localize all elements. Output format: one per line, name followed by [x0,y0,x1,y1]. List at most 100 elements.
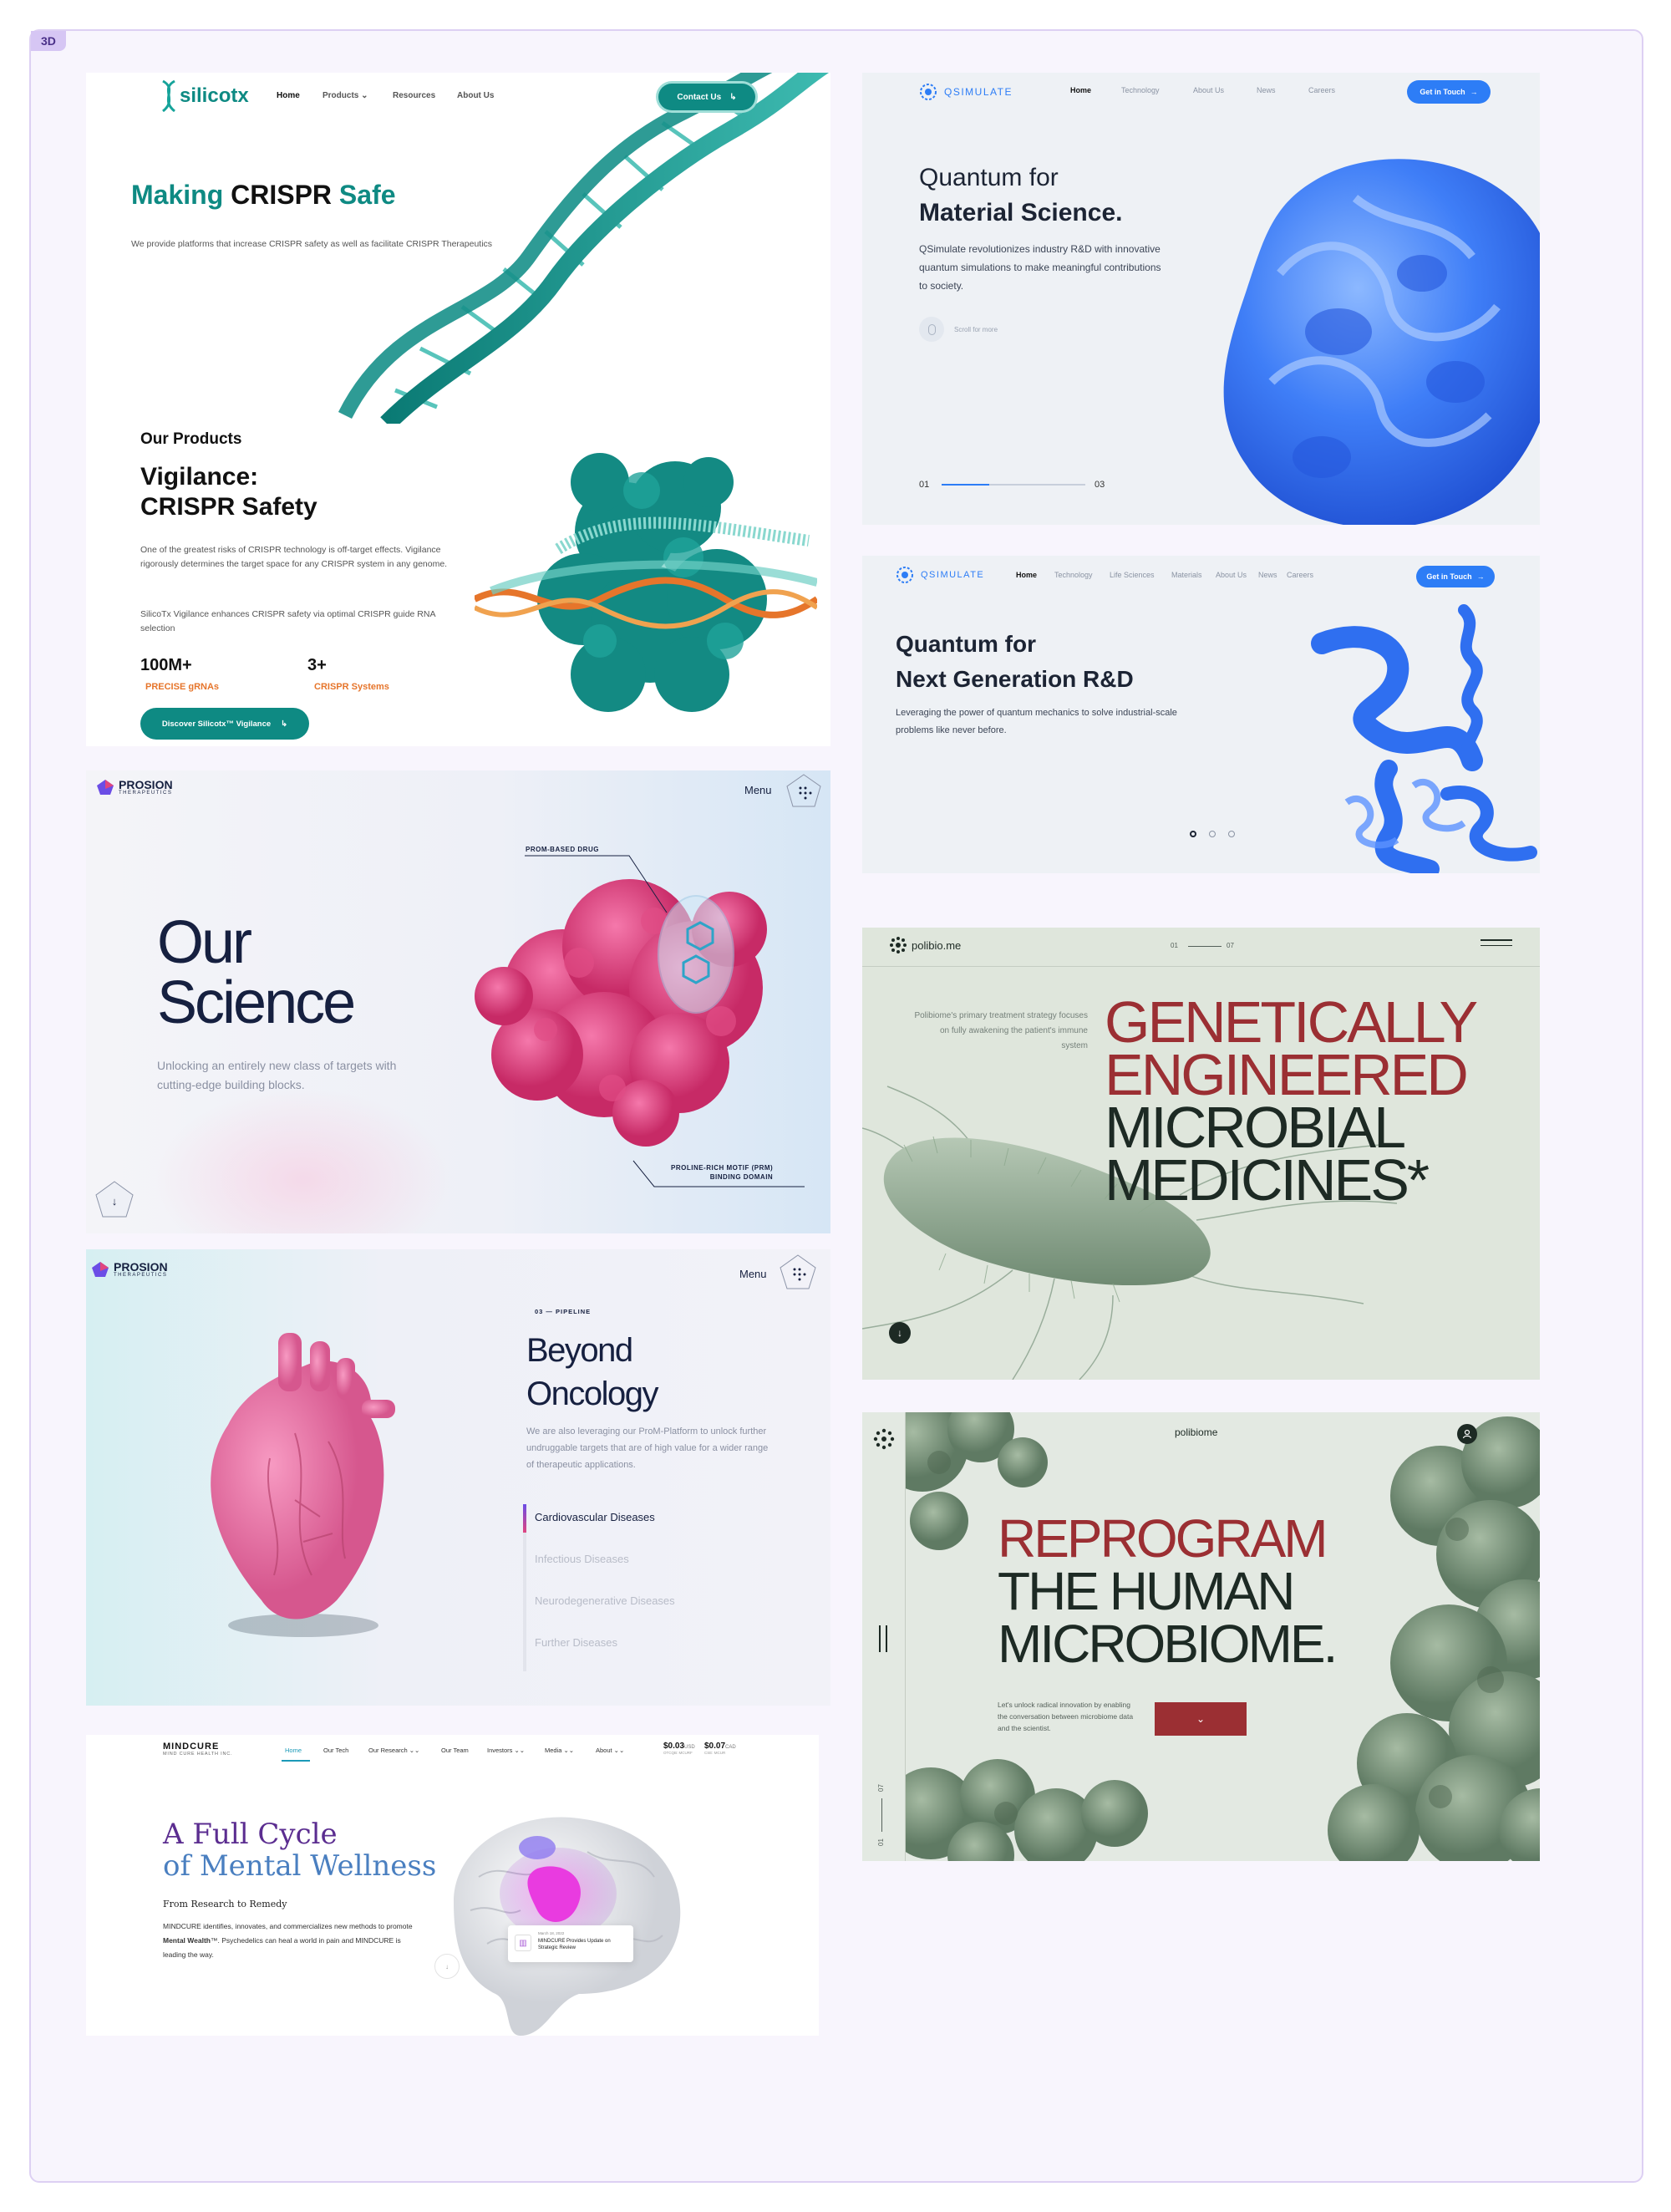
user-icon[interactable] [1457,1424,1477,1444]
brain-illustration [454,1817,681,2036]
pipeline-item-cardiovascular[interactable]: Cardiovascular Diseases [535,1511,655,1523]
slide-start: 01 [919,480,930,490]
qsimulate-logo[interactable]: QSIMULATE [917,81,1013,103]
nav-home[interactable]: Home [285,1747,302,1754]
nav-about[interactable]: About Us [457,91,494,100]
arrow-down-icon: ↓ [897,1327,902,1339]
hero-text: Let's unlock radical innovation by enabl… [998,1701,1134,1732]
slide-dot[interactable] [1228,831,1235,837]
hamburger-menu-icon[interactable] [1481,939,1512,946]
annotation-bottom-2: BINDING DOMAIN [709,1173,774,1181]
get-in-touch-button[interactable]: Get in Touch → [1407,80,1491,104]
nav-home[interactable]: Home [1070,86,1091,94]
menu-label[interactable]: Menu [744,784,772,796]
nav-products[interactable]: Products ⌄ [323,91,368,100]
silicotx-screenshot: silicotx Home Products ⌄ Resources About… [86,73,830,746]
scroll-down-button[interactable]: ↓ [889,1322,911,1344]
nav-media[interactable]: Media ⌄⌄ [545,1747,574,1754]
nav-materials[interactable]: Materials [1171,571,1202,579]
annotation-bottom-1: PROLINE-RICH MOTIF (PRM) [671,1164,774,1172]
menu-grid-icon[interactable] [785,773,822,810]
slide-end: 07 [876,1784,885,1792]
logo-text: PROSION [114,1260,168,1274]
logo-text[interactable]: polibiome [1175,1426,1217,1438]
nav-resources[interactable]: Resources [393,91,435,100]
product-text-2: SilicoTx Vigilance enhances CRISPR safet… [140,609,435,633]
logo-text: MINDCURE [163,1742,220,1752]
menu-grid-icon[interactable] [779,1253,817,1292]
hero-title-2: of Mental Wellness [163,1849,437,1883]
hero-text: Leveraging the power of quantum mechanic… [896,708,1177,735]
slide-start: 01 [876,1838,885,1846]
prosion-science-screenshot: PROSION THERAPEUTICS Menu Our Science Un… [86,770,830,1233]
arrow-down-right-icon: ↳ [281,719,288,729]
qsimulate-rnd-screenshot: QSIMULATE Home Technology Life Sciences … [862,556,1540,873]
arrow-down-right-icon: ↳ [729,92,737,102]
polibiome-reprogram-screenshot: 07 01 polibiome REPROGRAM THE HUMAN MICR… [862,1412,1540,1861]
pipeline-item-further[interactable]: Further Diseases [535,1636,617,1649]
headline-3: MICROBIAL [1105,1095,1406,1160]
eyebrow: 03 — PIPELINE [535,1308,592,1315]
nav-active-indicator [282,1760,310,1762]
hero-title-a: Making [131,180,231,210]
hero-title-1: Beyond [526,1332,633,1369]
stat-2: 3+ CRISPR Systems [307,656,389,692]
logo-subtext: THERAPEUTICS [114,1273,168,1278]
prosion-logo[interactable]: PROSION THERAPEUTICS [91,1261,168,1278]
scroll-down-button[interactable]: ↓ [94,1180,135,1218]
polibiome-logo[interactable]: polibio.me [889,936,961,954]
nav-home[interactable]: Home [277,91,300,100]
scroll-hint[interactable]: Scroll for more [919,317,998,342]
hero-title-2: Oncology [526,1376,658,1412]
ticker-cad: $0.07CAD CSE: MCUR [704,1742,736,1755]
nav-news[interactable]: News [1257,86,1276,94]
headline-2: THE HUMAN [998,1561,1295,1621]
hero-title: Quantum for Material Science. [919,160,1122,231]
hero-title-2: Material Science. [919,199,1123,226]
qsimulate-material-screenshot: QSIMULATE Home Technology About Us News … [862,73,1540,525]
nav-our-research[interactable]: Our Research ⌄⌄ [368,1747,419,1754]
slide-dot[interactable] [1209,831,1216,837]
slide-dot-active[interactable] [1190,831,1196,837]
hero-title: A Full Cycle of Mental Wellness [163,1818,436,1882]
polibiome-microbial-screenshot: polibio.me 01 07 Polibiome's primary tre… [862,928,1540,1380]
contact-us-button[interactable]: Contact Us ↳ [658,84,755,110]
stat-label: CRISPR Systems [314,682,389,692]
stat-value: 100M+ [140,656,192,674]
nav-our-tech[interactable]: Our Tech [323,1747,348,1754]
nav-technology[interactable]: Technology [1054,571,1093,579]
headline-1: GENETICALLY [1105,989,1478,1055]
nav-life-sciences[interactable]: Life Sciences [1110,571,1155,579]
nav-investors[interactable]: Investors ⌄⌄ [487,1747,525,1754]
scroll-down-button[interactable]: ↓ [434,1954,460,1979]
nav-careers[interactable]: Careers [1287,571,1313,579]
scroll-down-button[interactable]: ⌄ [1155,1702,1247,1736]
nav-technology[interactable]: Technology [1121,86,1160,94]
nav-about[interactable]: About ⌄⌄ [596,1747,624,1754]
pink-heart-illustration [211,1333,395,1637]
discover-vigilance-button[interactable]: Discover Silicotx™ Vigilance ↳ [140,708,309,740]
nav-about[interactable]: About Us [1193,86,1224,94]
nav-about[interactable]: About Us [1216,571,1247,579]
hero-title: Quantum for Next Generation R&D [896,627,1134,697]
pipeline-item-infectious[interactable]: Infectious Diseases [535,1553,629,1565]
nav-careers[interactable]: Careers [1308,86,1335,94]
nav-news[interactable]: News [1258,571,1277,579]
news-card[interactable]: ▥ March 18, 2022 MINDCURE Provides Updat… [508,1925,633,1962]
board-tag: 3D [31,31,66,51]
get-in-touch-button[interactable]: Get in Touch → [1416,566,1495,587]
cta-label: Get in Touch [1420,88,1465,96]
nav-home[interactable]: Home [1016,571,1037,579]
silicotx-logo[interactable]: silicotx [158,79,249,113]
pentagon-logo-icon [92,1262,109,1277]
prosion-logo[interactable]: PROSION THERAPEUTICS [96,779,173,796]
qsimulate-logo[interactable]: QSIMULATE [894,564,984,586]
pipeline-item-neurodegenerative[interactable]: Neurodegenerative Diseases [535,1594,675,1607]
list-track [523,1504,526,1671]
pause-icon[interactable] [879,1625,887,1652]
hero-title-2: Next Generation R&D [896,666,1134,692]
menu-label[interactable]: Menu [739,1268,767,1280]
mindcure-logo[interactable]: MINDCURE MIND CURE HEALTH INC. [163,1742,232,1757]
nav-our-team[interactable]: Our Team [441,1747,469,1754]
polibiome-logo-icon[interactable] [872,1427,896,1451]
